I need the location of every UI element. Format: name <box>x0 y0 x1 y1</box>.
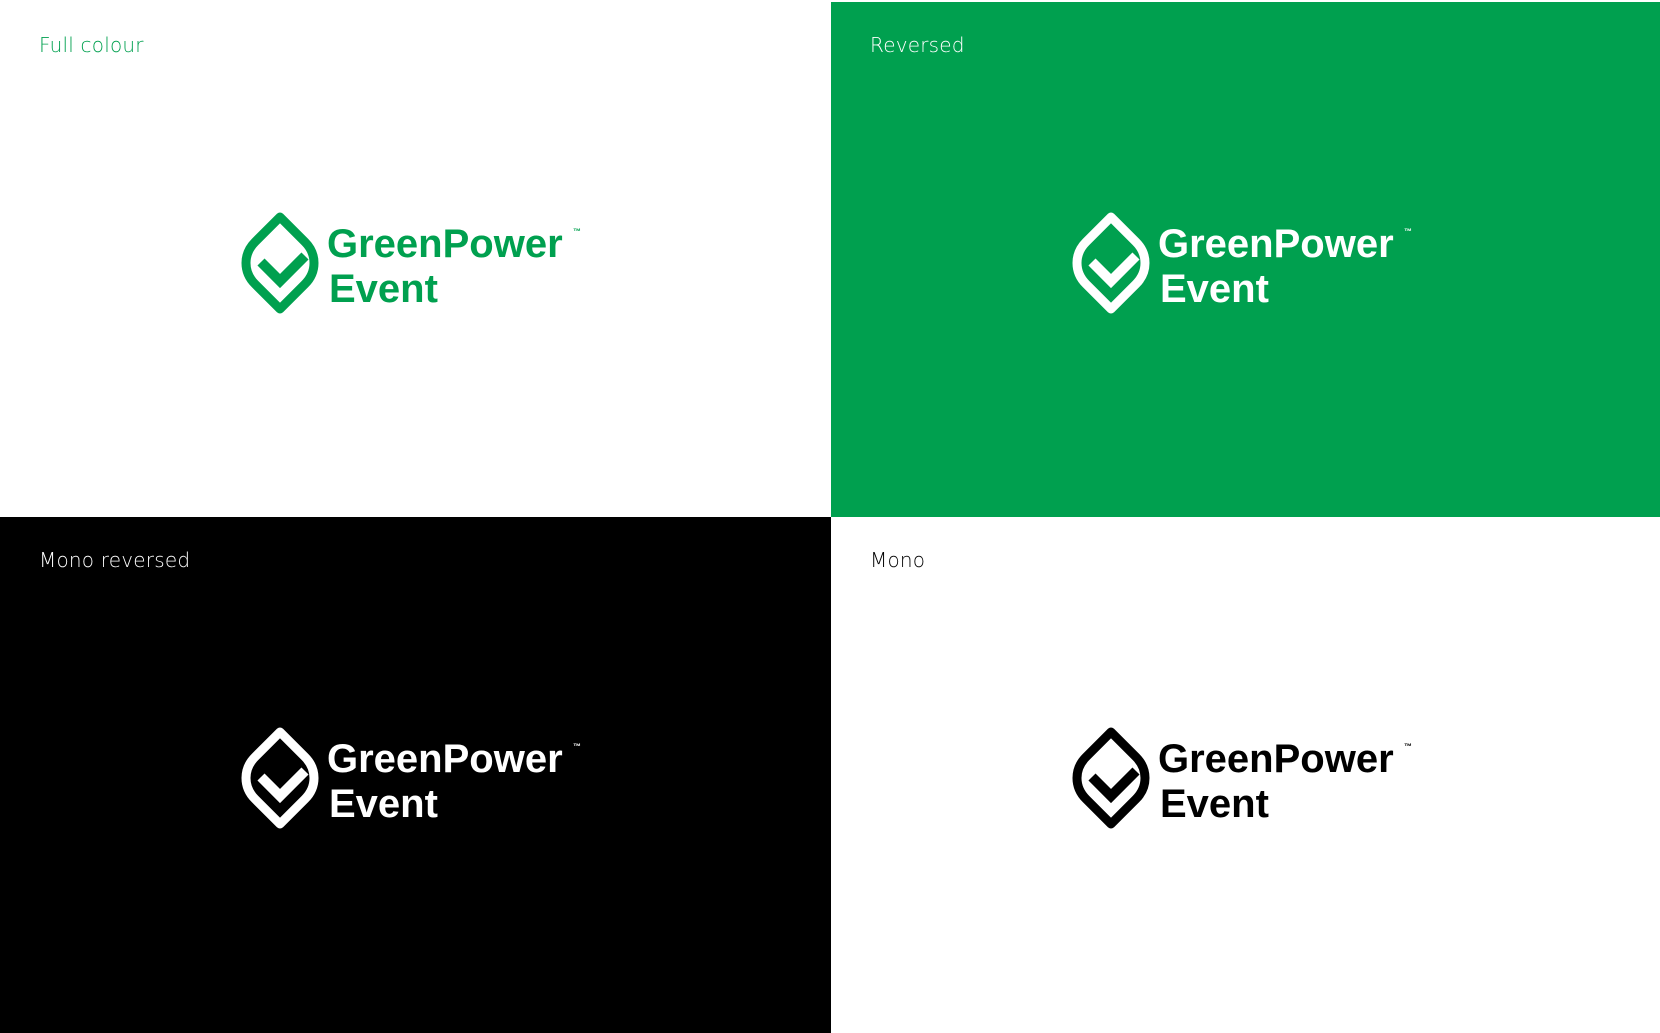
logo-name-line1: GreenPower <box>327 737 563 781</box>
logo-svg: GreenPower ™ Event <box>1072 727 1412 829</box>
leaf-check-icon <box>1072 727 1150 829</box>
leaf-check-icon <box>1072 212 1150 314</box>
panel-label: Reversed <box>870 33 965 57</box>
logo-variants-page: Full colour GreenPower ™ Event Reversed <box>0 0 1660 1033</box>
panel-full-colour: Full colour GreenPower ™ Event <box>0 2 831 517</box>
logo-name-line2: Event <box>329 782 438 826</box>
leaf-check-icon <box>241 212 319 314</box>
logo-trademark: ™ <box>1404 742 1412 751</box>
panel-reversed: Reversed GreenPower ™ Event <box>831 2 1660 517</box>
logo-svg: GreenPower ™ Event <box>241 727 581 829</box>
logo-name-line2: Event <box>1160 267 1269 311</box>
logo-svg: GreenPower ™ Event <box>241 212 581 314</box>
greenpower-event-logo: GreenPower ™ Event <box>1072 212 1433 314</box>
logo-name-line2: Event <box>1160 782 1269 826</box>
logo-trademark: ™ <box>573 742 581 751</box>
panel-mono-reversed: Mono reversed GreenPower ™ Event <box>0 517 831 1033</box>
logo-trademark: ™ <box>1404 227 1412 236</box>
logo-variants-grid: Full colour GreenPower ™ Event Reversed <box>0 2 1660 1033</box>
panel-label: Mono reversed <box>39 548 191 572</box>
greenpower-event-logo: GreenPower ™ Event <box>241 727 602 829</box>
panel-label: Mono <box>870 548 926 572</box>
panel-mono: Mono GreenPower ™ Event <box>831 517 1660 1033</box>
logo-trademark: ™ <box>573 227 581 236</box>
leaf-check-icon <box>241 727 319 829</box>
logo-name-line1: GreenPower <box>327 222 563 266</box>
greenpower-event-logo: GreenPower ™ Event <box>241 212 602 314</box>
logo-name-line1: GreenPower <box>1158 737 1394 781</box>
panel-label: Full colour <box>39 33 144 57</box>
logo-name-line1: GreenPower <box>1158 222 1394 266</box>
logo-svg: GreenPower ™ Event <box>1072 212 1412 314</box>
greenpower-event-logo: GreenPower ™ Event <box>1072 727 1433 829</box>
logo-name-line2: Event <box>329 267 438 311</box>
